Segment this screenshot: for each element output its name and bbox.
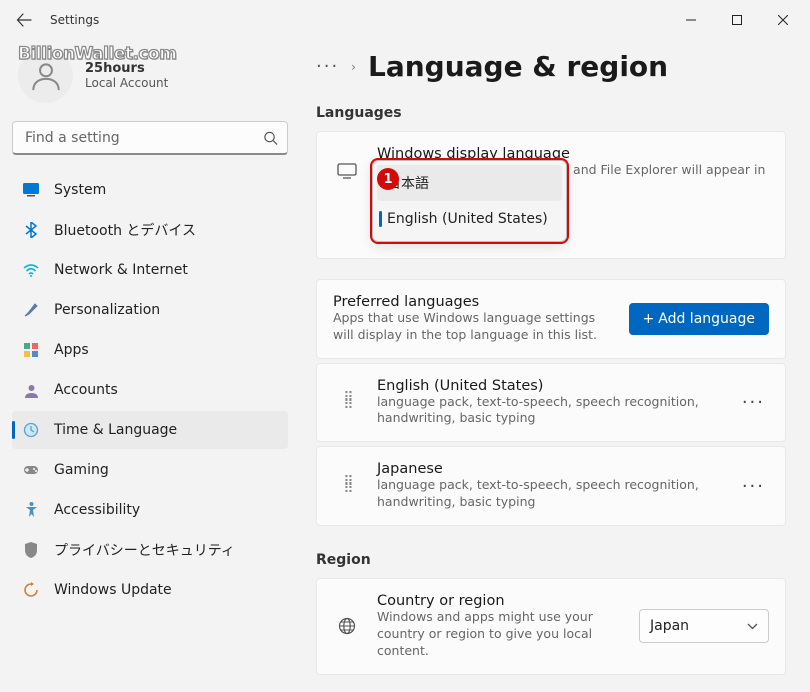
lang-item-title: English (United States) xyxy=(377,378,722,394)
maximize-icon xyxy=(732,15,742,25)
sidebar-item-accessibility[interactable]: Accessibility xyxy=(12,491,288,529)
breadcrumb: ··· › Language & region xyxy=(300,40,786,99)
avatar xyxy=(18,48,73,103)
accounts-icon xyxy=(22,381,40,399)
display-language-dropdown[interactable]: 日本語 English (United States) xyxy=(372,160,567,242)
breadcrumb-more-button[interactable]: ··· xyxy=(316,56,339,77)
update-icon xyxy=(22,581,40,599)
sidebar-item-windows-update[interactable]: Windows Update xyxy=(12,571,288,609)
sidebar-item-label: Accessibility xyxy=(54,502,140,518)
titlebar: Settings xyxy=(0,0,810,40)
gaming-icon xyxy=(22,461,40,479)
arrow-left-icon xyxy=(16,12,32,28)
lang-item-title: Japanese xyxy=(377,461,722,477)
chevron-right-icon: › xyxy=(351,60,356,74)
sidebar-item-label: Bluetooth とデバイス xyxy=(54,220,196,240)
profile-subtitle: Local Account xyxy=(85,76,168,90)
chevron-down-icon xyxy=(747,623,758,630)
maximize-button[interactable] xyxy=(714,4,760,36)
sidebar-item-label: System xyxy=(54,182,106,198)
region-sub: Windows and apps might use your country … xyxy=(377,609,623,660)
section-region-label: Region xyxy=(316,552,786,568)
lang-item-sub: language pack, text-to-speech, speech re… xyxy=(377,477,722,511)
drag-handle-icon[interactable]: ⠿⠿ xyxy=(343,479,350,493)
sidebar-item-label: Apps xyxy=(54,342,89,358)
sidebar-item-label: Gaming xyxy=(54,462,109,478)
sidebar-item-system[interactable]: System xyxy=(12,171,288,209)
minimize-button[interactable] xyxy=(668,4,714,36)
apps-icon xyxy=(22,341,40,359)
sidebar-item-label: Personalization xyxy=(54,302,160,318)
brush-icon xyxy=(22,301,40,319)
section-languages-label: Languages xyxy=(316,105,786,121)
add-language-button[interactable]: + Add language xyxy=(629,303,769,335)
display-icon xyxy=(337,163,357,179)
close-icon xyxy=(778,15,788,25)
sidebar-item-network[interactable]: Network & Internet xyxy=(12,251,288,289)
sidebar-item-label: プライバシーとセキュリティ xyxy=(54,540,235,560)
window-title: Settings xyxy=(50,13,99,27)
plus-icon: + xyxy=(643,311,655,327)
close-button[interactable] xyxy=(760,4,806,36)
preferred-languages-card: Preferred languages Apps that use Window… xyxy=(316,279,786,359)
country-region-card[interactable]: Country or region Windows and apps might… xyxy=(316,578,786,675)
display-language-card[interactable]: Windows display language Windows feature… xyxy=(316,131,786,259)
shield-icon xyxy=(22,541,40,559)
sidebar-item-privacy[interactable]: プライバシーとセキュリティ xyxy=(12,531,288,569)
more-options-button[interactable]: ··· xyxy=(738,476,769,497)
person-icon xyxy=(29,59,63,93)
preferred-title: Preferred languages xyxy=(333,294,613,310)
sidebar-item-label: Network & Internet xyxy=(54,262,188,278)
minimize-icon xyxy=(686,15,696,25)
nav-list: System Bluetooth とデバイス Network & Interne… xyxy=(12,171,288,609)
sidebar-item-label: Windows Update xyxy=(54,582,172,598)
option-label: English (United States) xyxy=(387,211,548,227)
accessibility-icon xyxy=(22,501,40,519)
sidebar-item-apps[interactable]: Apps xyxy=(12,331,288,369)
clock-globe-icon xyxy=(22,421,40,439)
back-button[interactable] xyxy=(4,0,44,40)
main-content: ··· › Language & region Languages Window… xyxy=(300,40,810,692)
profile-block[interactable]: 25hours Local Account BillionWallet.com xyxy=(12,40,288,121)
sidebar-item-gaming[interactable]: Gaming xyxy=(12,451,288,489)
add-language-label: Add language xyxy=(658,311,755,327)
language-item-card[interactable]: ⠿⠿ Japanese language pack, text-to-speec… xyxy=(316,446,786,526)
globe-icon xyxy=(338,617,356,635)
more-options-button[interactable]: ··· xyxy=(738,392,769,413)
display-language-option[interactable]: English (United States) xyxy=(377,201,562,237)
sidebar: 25hours Local Account BillionWallet.com … xyxy=(0,40,300,692)
sidebar-item-personalization[interactable]: Personalization xyxy=(12,291,288,329)
preferred-sub: Apps that use Windows language settings … xyxy=(333,310,613,344)
sidebar-item-label: Time & Language xyxy=(54,422,177,438)
region-title: Country or region xyxy=(377,593,623,609)
drag-handle-icon[interactable]: ⠿⠿ xyxy=(343,395,350,409)
sidebar-item-time-language[interactable]: Time & Language xyxy=(12,411,288,449)
country-value: Japan xyxy=(650,618,689,634)
display-language-option[interactable]: 日本語 xyxy=(377,165,562,201)
lang-item-sub: language pack, text-to-speech, speech re… xyxy=(377,394,722,428)
sidebar-item-accounts[interactable]: Accounts xyxy=(12,371,288,409)
sidebar-item-label: Accounts xyxy=(54,382,118,398)
wifi-icon xyxy=(22,261,40,279)
system-icon xyxy=(22,181,40,199)
search-field-wrap xyxy=(12,121,288,155)
bluetooth-icon xyxy=(22,221,40,239)
profile-name: 25hours xyxy=(85,61,168,76)
country-region-dropdown[interactable]: Japan xyxy=(639,609,769,643)
page-title: Language & region xyxy=(368,50,668,83)
sidebar-item-bluetooth[interactable]: Bluetooth とデバイス xyxy=(12,211,288,249)
search-icon xyxy=(263,131,278,146)
language-item-card[interactable]: ⠿⠿ English (United States) language pack… xyxy=(316,363,786,443)
search-input[interactable] xyxy=(12,121,288,155)
callout-badge: 1 xyxy=(377,168,399,190)
